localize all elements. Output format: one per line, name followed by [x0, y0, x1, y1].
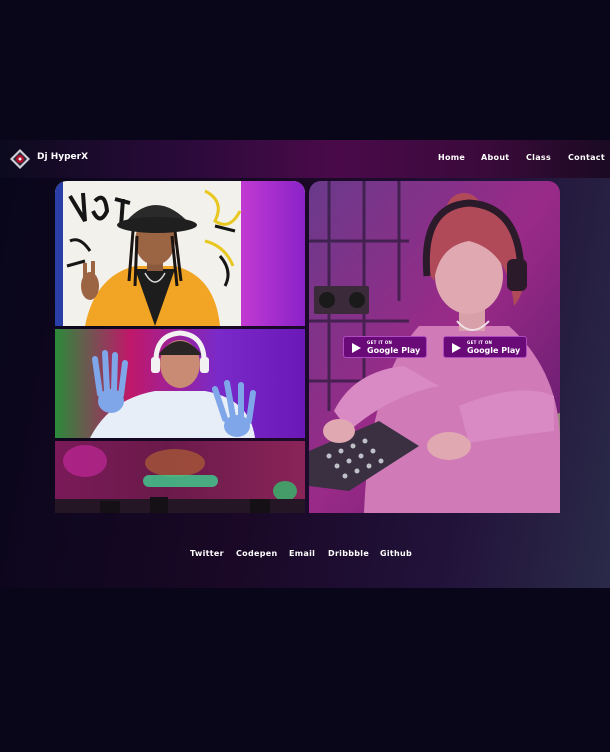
- photo-boy-headphones: [55, 329, 305, 438]
- photo-blurred-dj-deck: [55, 441, 305, 513]
- nav-about[interactable]: About: [481, 153, 509, 162]
- footer-link-email[interactable]: Email: [289, 549, 315, 558]
- google-play-button-2[interactable]: GET IT ON Google Play: [443, 336, 527, 358]
- footer-link-github[interactable]: Github: [380, 549, 412, 558]
- store-button-caption: GET IT ON: [367, 340, 393, 345]
- dj-logo-icon[interactable]: [9, 148, 31, 170]
- footer-link-twitter[interactable]: Twitter: [190, 549, 224, 558]
- photo-girl-bucket-hat: [55, 181, 305, 326]
- brand-name[interactable]: Dj HyperX: [37, 152, 88, 162]
- store-button-label: Google Play: [467, 346, 521, 355]
- google-play-button-1[interactable]: GET IT ON Google Play: [343, 336, 427, 358]
- footer-link-codepen[interactable]: Codepen: [236, 549, 277, 558]
- site-frame: Dj HyperX Home About Class Contact GET I…: [0, 140, 610, 588]
- nav-contact[interactable]: Contact: [568, 153, 605, 162]
- top-navbar: Dj HyperX Home About Class Contact: [0, 140, 610, 178]
- nav-home[interactable]: Home: [438, 153, 465, 162]
- store-button-label: Google Play: [367, 346, 421, 355]
- nav-class[interactable]: Class: [526, 153, 551, 162]
- google-play-icon: [452, 343, 461, 353]
- footer-link-dribbble[interactable]: Dribbble: [328, 549, 369, 558]
- google-play-icon: [352, 343, 361, 353]
- store-button-caption: GET IT ON: [467, 340, 493, 345]
